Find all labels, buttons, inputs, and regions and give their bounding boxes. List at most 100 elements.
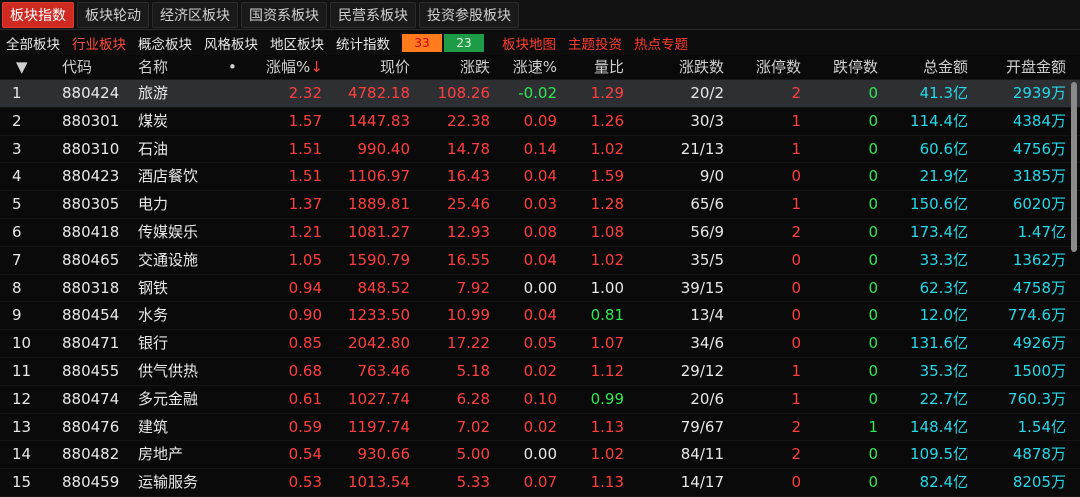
table-row[interactable]: 8 880318 钢铁 0.94 848.52 7.92 0.00 1.00 39/15 0 0 62… [0,275,1080,303]
header-change[interactable]: 涨跌 [420,55,490,79]
sector-code: 880454 [62,306,120,325]
up-down-count: 21/13 [680,139,724,158]
tab-5[interactable]: 民营系板块 [330,1,416,28]
table-row[interactable]: 10 880471 银行 0.85 2042.80 17.22 0.05 1.07 34/6 0 0… [0,330,1080,358]
header-price[interactable]: 现价 [340,55,410,79]
total-amount: 131.6亿 [910,334,968,353]
sector-code: 880424 [62,84,120,102]
table-row[interactable]: 11 880455 供气供热 0.68 763.46 5.18 0.02 1.12 29/12 1… [0,358,1080,386]
table-row[interactable]: 1 880424 旅游 2.32 4782.18 108.26 -0.02 1.29 20/2 2… [0,80,1080,108]
up-down-count: 30/3 [690,111,724,130]
limit-up-count: 2 [791,222,801,241]
pct-change: 0.68 [288,361,322,380]
change: 17.22 [447,334,490,353]
sector-name: 电力 [138,195,169,214]
sector-filter-6[interactable]: 统计指数 [336,37,390,53]
limit-up-count: 0 [791,306,801,325]
tab-3[interactable]: 经济区板块 [152,1,238,28]
speed: 0.04 [523,167,557,186]
price: 990.40 [357,139,411,158]
vol-ratio: 1.07 [590,334,624,353]
table-row[interactable]: 15 880459 运输服务 0.53 1013.54 5.33 0.07 1.13 14/17… [0,469,1080,497]
vol-ratio: 1.02 [590,139,624,158]
price: 1081.27 [347,222,410,241]
limit-up-count: 1 [791,389,801,408]
total-amount: 41.3亿 [919,84,968,102]
change: 16.43 [447,167,490,186]
table-row[interactable]: 14 880482 房地产 0.54 930.66 5.00 0.00 1.02 84/11 2 0… [0,441,1080,470]
sort-toggle-icon[interactable]: ▼ [16,55,36,79]
limit-up-count: 0 [791,167,801,186]
sector-name: 银行 [138,334,169,353]
table-row[interactable]: 6 880418 传媒娱乐 1.21 1081.27 12.93 0.08 1.08 56/9 2… [0,219,1080,247]
table-row[interactable]: 7 880465 交通设施 1.05 1590.79 16.55 0.04 1.02 35/5 0… [0,247,1080,275]
open-amount: 1.47亿 [1017,222,1066,241]
price: 1590.79 [347,250,410,269]
pct-change: 0.53 [288,473,322,492]
row-index: 4 [12,167,22,186]
total-amount: 173.4亿 [910,222,968,241]
open-amount: 760.3万 [1008,389,1066,408]
sector-filter-2[interactable]: 行业板块 [72,37,126,53]
sector-name: 钢铁 [138,278,169,297]
speed: 0.05 [523,334,557,353]
hot-link-3[interactable]: 热点专题 [634,37,688,53]
total-amount: 35.3亿 [919,361,968,380]
change: 7.92 [456,278,490,297]
header-limit-down[interactable]: 跌停数 [812,55,878,79]
total-amount: 62.3亿 [919,278,968,297]
header-speed[interactable]: 涨速% [497,55,557,79]
sector-filter-3[interactable]: 概念板块 [138,37,192,53]
table-row[interactable]: 5 880305 电力 1.37 1889.81 25.46 0.03 1.28 65/6 1 0 1… [0,191,1080,219]
sector-name: 供气供热 [138,361,199,380]
vertical-scrollbar[interactable] [1070,82,1080,484]
vol-ratio: 1.13 [590,473,624,492]
pct-change: 0.85 [288,334,322,353]
table-row[interactable]: 9 880454 水务 0.90 1233.50 10.99 0.04 0.81 13/4 0 0 1… [0,302,1080,331]
sector-filter-5[interactable]: 地区板块 [270,37,324,53]
tab-6[interactable]: 投资参股板块 [419,1,519,28]
sector-code: 880305 [62,195,120,214]
price: 4782.18 [347,84,410,102]
row-index: 8 [12,278,22,297]
limit-up-count: 2 [791,445,801,464]
vol-ratio: 0.81 [590,306,624,325]
sector-name: 旅游 [138,84,169,102]
header-pct[interactable]: 涨幅%↓ [266,55,323,79]
open-amount: 6020万 [1012,195,1066,214]
header-up-down[interactable]: 涨跌数 [650,55,724,79]
pct-change: 0.90 [288,306,322,325]
open-amount: 1.54亿 [1017,417,1066,436]
up-down-count: 35/5 [690,250,724,269]
sector-name: 交通设施 [138,250,199,269]
hot-link-1[interactable]: 板块地图 [502,37,556,53]
total-amount: 82.4亿 [919,473,968,492]
vol-ratio: 1.13 [590,417,624,436]
header-limit-up[interactable]: 涨停数 [735,55,801,79]
header-vol-ratio[interactable]: 量比 [572,55,624,79]
scrollbar-thumb[interactable] [1071,82,1077,252]
header-name[interactable]: 名称 [138,55,168,79]
header-total-amount[interactable]: 总金额 [888,55,968,79]
table-row[interactable]: 4 880423 酒店餐饮 1.51 1106.97 16.43 0.04 1.59 9/0 0 0… [0,163,1080,192]
table-row[interactable]: 3 880310 石油 1.51 990.40 14.78 0.14 1.02 21/13 1 0 6… [0,136,1080,164]
sector-filter-1[interactable]: 全部板块 [6,37,60,53]
hot-link-2[interactable]: 主题投资 [568,37,622,53]
tab-1[interactable]: 板块指数 [2,1,74,28]
price: 763.46 [357,361,411,380]
up-down-count: 20/2 [690,84,724,102]
open-amount: 2939万 [1012,84,1066,102]
change: 25.46 [447,195,490,214]
vol-ratio: 1.00 [590,278,624,297]
sector-filter-4[interactable]: 风格板块 [204,37,258,53]
table-row[interactable]: 12 880474 多元金融 0.61 1027.74 6.28 0.10 0.99 20/6 1… [0,386,1080,414]
header-open-amount[interactable]: 开盘金额 [982,55,1066,79]
table-row[interactable]: 13 880476 建筑 0.59 1197.74 7.02 0.02 1.13 79/67 2 1… [0,414,1080,442]
tab-2[interactable]: 板块轮动 [77,1,149,28]
tab-4[interactable]: 国资系板块 [241,1,327,28]
sector-code: 880455 [62,361,120,380]
table-row[interactable]: 2 880301 煤炭 1.57 1447.83 22.38 0.09 1.26 30/3 1 0 1… [0,108,1080,136]
sort-desc-icon: ↓ [310,58,323,76]
limit-up-count: 0 [791,278,801,297]
header-code[interactable]: 代码 [62,55,92,79]
